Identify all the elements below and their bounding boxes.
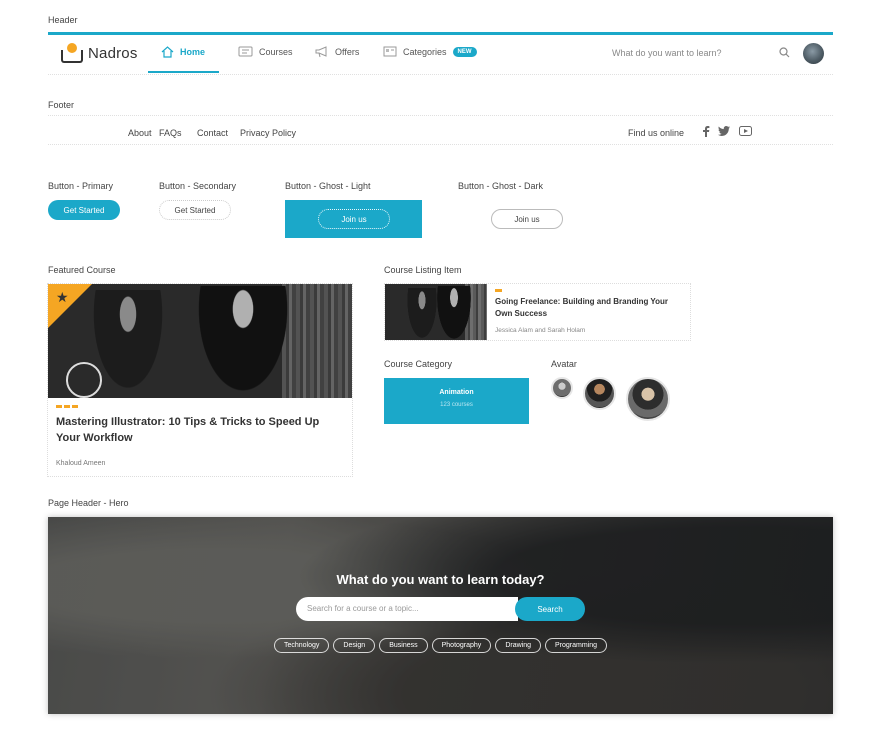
user-avatar[interactable] bbox=[803, 43, 824, 64]
footer-link-contact[interactable]: Contact bbox=[197, 128, 228, 138]
avatar-small[interactable] bbox=[551, 377, 573, 399]
tag-programming[interactable]: Programming bbox=[545, 638, 608, 653]
nav-courses[interactable]: Courses bbox=[238, 46, 293, 57]
secondary-button[interactable]: Get Started bbox=[159, 200, 231, 220]
section-label-course-category: Course Category bbox=[384, 359, 453, 369]
hero-tags: Technology Design Business Photography D… bbox=[48, 638, 833, 653]
footer-link-privacy[interactable]: Privacy Policy bbox=[240, 128, 296, 138]
section-label-button-ghost-dark: Button - Ghost - Dark bbox=[458, 181, 544, 191]
section-label-featured-course: Featured Course bbox=[48, 265, 116, 275]
tag-photography[interactable]: Photography bbox=[431, 638, 492, 653]
tag-drawing[interactable]: Drawing bbox=[495, 638, 541, 653]
tag-technology[interactable]: Technology bbox=[273, 638, 330, 653]
nav-home-label: Home bbox=[180, 47, 206, 57]
nav-active-underline bbox=[148, 71, 219, 73]
course-listing-title[interactable]: Going Freelance: Building and Branding Y… bbox=[495, 296, 675, 320]
footer-link-about[interactable]: About bbox=[128, 128, 152, 138]
tag-business[interactable]: Business bbox=[379, 638, 428, 653]
section-label-hero: Page Header - Hero bbox=[48, 498, 129, 508]
new-badge: NEW bbox=[452, 46, 477, 57]
footer-link-faqs[interactable]: FAQs bbox=[159, 128, 182, 138]
categories-icon bbox=[383, 46, 397, 57]
courses-icon bbox=[238, 46, 253, 57]
section-label-avatar: Avatar bbox=[551, 359, 577, 369]
section-label-course-listing: Course Listing Item bbox=[384, 265, 462, 275]
nav-offers-label: Offers bbox=[335, 47, 360, 57]
section-label-footer: Footer bbox=[48, 100, 75, 110]
featured-course-card[interactable]: ★ Mastering Illustrator: 10 Tips & Trick… bbox=[47, 283, 353, 477]
nav-home[interactable]: Home bbox=[161, 46, 205, 58]
section-label-header: Header bbox=[48, 15, 78, 25]
nav-courses-label: Courses bbox=[259, 46, 293, 57]
hero-search-button[interactable]: Search bbox=[515, 597, 585, 621]
hero-banner: What do you want to learn today? Search … bbox=[48, 517, 833, 714]
featured-course-author: Khaloud Ameen bbox=[56, 460, 106, 467]
featured-course-image: ★ bbox=[48, 284, 352, 398]
rating-dots bbox=[56, 405, 78, 408]
featured-course-title[interactable]: Mastering Illustrator: 10 Tips & Tricks … bbox=[56, 414, 326, 446]
star-icon: ★ bbox=[56, 289, 69, 305]
tag-design[interactable]: Design bbox=[333, 638, 376, 653]
ghost-light-button[interactable]: Join us bbox=[318, 209, 390, 229]
section-label-button-primary: Button - Primary bbox=[48, 181, 114, 191]
home-icon bbox=[161, 46, 174, 58]
twitter-icon[interactable] bbox=[718, 126, 730, 136]
avatar-large[interactable] bbox=[626, 377, 670, 421]
logo-icon bbox=[61, 43, 83, 63]
logo[interactable]: Nadros bbox=[61, 43, 138, 63]
course-listing-item[interactable]: Going Freelance: Building and Branding Y… bbox=[384, 283, 691, 341]
search-icon[interactable] bbox=[779, 47, 790, 58]
category-count: 123 courses bbox=[440, 402, 473, 408]
course-listing-image bbox=[385, 284, 487, 340]
section-label-button-ghost-light: Button - Ghost - Light bbox=[285, 181, 371, 191]
facebook-icon[interactable] bbox=[702, 126, 710, 137]
nav-categories-label: Categories bbox=[403, 46, 447, 57]
megaphone-icon bbox=[315, 46, 327, 58]
featured-ribbon bbox=[48, 284, 92, 328]
logo-text: Nadros bbox=[88, 44, 138, 62]
hero-title: What do you want to learn today? bbox=[336, 572, 545, 587]
footer-find-us: Find us online bbox=[628, 128, 685, 138]
nav-offers[interactable]: Offers bbox=[315, 46, 359, 58]
nav-categories[interactable]: Categories NEW bbox=[383, 46, 477, 57]
youtube-icon[interactable] bbox=[739, 126, 752, 136]
header: Nadros Home Courses Offers Categories NE… bbox=[48, 35, 833, 75]
header-search-input[interactable]: What do you want to learn? bbox=[612, 48, 722, 58]
section-label-button-secondary: Button - Secondary bbox=[159, 181, 237, 191]
course-listing-author: Jessica Alam and Sarah Holam bbox=[495, 327, 586, 334]
category-title: Animation bbox=[439, 389, 474, 396]
primary-button[interactable]: Get Started bbox=[48, 200, 120, 220]
ghost-dark-button[interactable]: Join us bbox=[491, 209, 563, 229]
rating-dots bbox=[495, 289, 502, 292]
footer: About FAQs Contact Privacy Policy Find u… bbox=[48, 115, 833, 145]
course-category-card[interactable]: Animation 123 courses bbox=[384, 378, 529, 424]
avatar-medium[interactable] bbox=[583, 377, 616, 410]
hero-search-input[interactable]: Search for a course or a topic... bbox=[296, 597, 518, 621]
